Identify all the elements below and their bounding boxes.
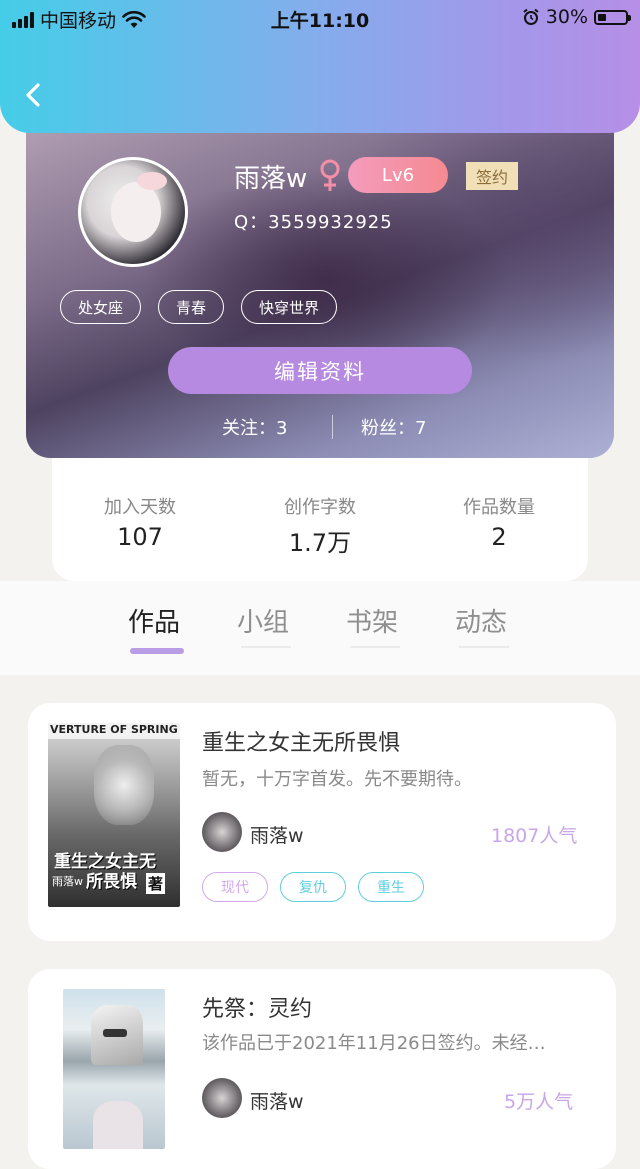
user-name: 雨落w (234, 164, 308, 194)
profile-tags: 处女座 青春 快穿世界 (60, 290, 338, 324)
sign-badge: 签约 (466, 162, 518, 190)
stat-label: 创作字数 (284, 497, 356, 518)
stat-value: 2 (491, 523, 507, 551)
level-badge: Lv6 (348, 157, 448, 193)
battery-percent: 30% (545, 6, 588, 28)
stat-value: 107 (117, 523, 163, 551)
tab-bookshelf[interactable]: 书架 (346, 602, 398, 639)
book-title[interactable]: 先祭：灵约 (202, 991, 312, 1023)
tab-shade (241, 646, 291, 648)
back-arrow-icon[interactable] (18, 78, 48, 112)
tab-activity[interactable]: 动态 (455, 602, 507, 639)
tab-active-indicator (130, 648, 184, 654)
book-tag[interactable]: 复仇 (280, 872, 346, 902)
alarm-icon (523, 8, 539, 25)
book-tags: 现代 复仇 重生 (202, 872, 424, 902)
avatar[interactable] (78, 157, 188, 267)
status-right-group: 30% (522, 6, 631, 28)
female-icon (320, 159, 340, 191)
book-title[interactable]: 重生之女主无所畏惧 (202, 725, 400, 757)
stat-word-count: 创作字数 1.7万 (240, 493, 400, 558)
cover-text: 著 (146, 873, 166, 894)
tab-shade (350, 646, 400, 648)
divider (332, 415, 333, 439)
popularity: 1807人气 (491, 825, 578, 847)
book-cover[interactable]: VERTURE OF SPRING 重生之女主无 所畏惧 雨落w 著 (48, 723, 180, 907)
tab-bar (0, 581, 640, 675)
cover-text: 所畏惧 (86, 872, 137, 892)
battery-fill (598, 13, 606, 21)
profile-card (26, 100, 614, 458)
book-tag[interactable]: 重生 (358, 872, 424, 902)
fans-count[interactable]: 粉丝：7 (361, 414, 426, 440)
cover-text: VERTURE OF SPRING (50, 723, 178, 736)
tab-groups[interactable]: 小组 (237, 602, 289, 639)
book-tag[interactable]: 现代 (202, 872, 268, 902)
popularity: 5万人气 (504, 1091, 574, 1113)
book-card[interactable]: VERTURE OF SPRING 重生之女主无 所畏惧 雨落w 著 重生之女主… (28, 703, 616, 941)
profile-tag[interactable]: 快穿世界 (241, 290, 338, 324)
follow-count[interactable]: 关注：3 (222, 414, 287, 440)
stat-label: 作品数量 (463, 497, 535, 518)
profile-tag[interactable]: 青春 (158, 290, 225, 324)
author-name[interactable]: 雨落w (250, 1087, 304, 1114)
profile-tag[interactable]: 处女座 (60, 290, 142, 324)
edit-profile-button[interactable]: 编辑资料 (168, 347, 472, 394)
book-cover[interactable] (63, 989, 165, 1149)
book-desc: 暂无，十万字首发。先不要期待。 (202, 769, 472, 790)
battery-icon (594, 9, 631, 25)
author-avatar[interactable] (202, 812, 242, 852)
author-avatar[interactable] (202, 1078, 242, 1118)
book-desc: 该作品已于2021年11月26日签约。未经… (202, 1033, 546, 1054)
stat-value: 1.7万 (288, 529, 352, 557)
book-card[interactable]: 先祭：灵约 该作品已于2021年11月26日签约。未经… 雨落w 5万人气 (28, 969, 616, 1169)
qq-number: Q：3559932925 (234, 212, 393, 233)
tab-works[interactable]: 作品 (128, 602, 180, 639)
author-name[interactable]: 雨落w (250, 821, 304, 848)
stat-join-days: 加入天数 107 (60, 493, 220, 551)
cover-text: 雨落w (52, 875, 83, 888)
tab-shade (459, 646, 509, 648)
stat-label: 加入天数 (104, 497, 176, 518)
status-bar: 中国移动 上午11:10 30% (0, 0, 640, 36)
stat-work-count: 作品数量 2 (419, 493, 579, 551)
